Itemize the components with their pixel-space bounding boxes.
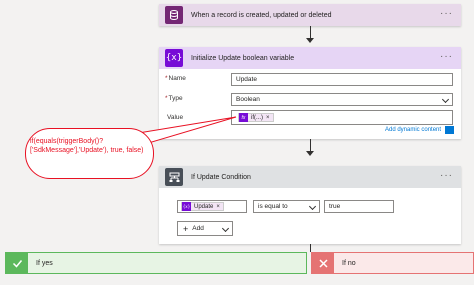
database-icon (165, 6, 183, 24)
close-icon (312, 252, 334, 274)
condition-icon (165, 168, 183, 186)
condition-right-operand[interactable]: true (324, 200, 394, 213)
type-dropdown[interactable]: Boolean (231, 93, 453, 106)
right-operand-value: true (329, 203, 341, 210)
plus-icon: + (183, 223, 189, 234)
add-dynamic-content-link[interactable]: Add dynamic content (385, 127, 441, 133)
if-yes-header[interactable]: If yes (5, 252, 307, 274)
operator-value: is equal to (258, 203, 288, 210)
condition-header[interactable]: If Update Condition ··· (159, 166, 461, 188)
expression-token-label: if(...) (251, 114, 263, 121)
condition-left-operand[interactable]: {x} Update × (177, 200, 247, 213)
condition-menu-button[interactable]: ··· (440, 171, 453, 181)
remove-token-icon[interactable]: × (216, 204, 220, 210)
if-no-header[interactable]: If no (311, 252, 474, 274)
name-label: *Name (165, 75, 186, 82)
callout-expression-text: if(equals(triggerBody()?['SdkMessage'],'… (30, 138, 144, 154)
variable-icon: {x} (182, 202, 191, 211)
check-icon (6, 252, 28, 274)
name-field[interactable]: Update (231, 73, 453, 86)
if-no-title: If no (342, 259, 356, 267)
init-variable-header[interactable]: {x} Initialize Update boolean variable ·… (159, 47, 461, 69)
value-label: Value (167, 114, 184, 121)
chevron-down-icon (308, 202, 317, 211)
add-label: Add (192, 225, 204, 232)
expression-token[interactable]: fx if(...) × (238, 113, 274, 122)
trigger-card[interactable]: When a record is created, updated or del… (159, 4, 461, 26)
operator-dropdown[interactable]: is equal to (253, 200, 320, 213)
variable-token-label: Update (194, 203, 214, 210)
init-variable-title: Initialize Update boolean variable (191, 54, 295, 62)
type-value: Boolean (236, 96, 260, 103)
trigger-title: When a record is created, updated or del… (191, 11, 332, 19)
connector-arrow (306, 151, 314, 156)
dynamic-content-icon[interactable] (445, 126, 454, 134)
remove-token-icon[interactable]: × (266, 115, 270, 121)
if-yes-title: If yes (36, 259, 53, 267)
branch-connector (310, 244, 311, 252)
add-condition-button[interactable]: + Add (177, 221, 233, 236)
name-value: Update (236, 76, 257, 83)
connector-arrow (306, 38, 314, 43)
connector-line (310, 26, 311, 38)
chevron-down-icon (441, 95, 450, 104)
type-label: *Type (165, 95, 183, 102)
variable-icon: {x} (165, 49, 183, 67)
fx-icon: fx (239, 113, 248, 122)
trigger-menu-button[interactable]: ··· (440, 9, 453, 19)
connector-line (310, 139, 311, 151)
trigger-header[interactable]: When a record is created, updated or del… (159, 4, 461, 26)
condition-title: If Update Condition (191, 173, 251, 181)
init-variable-menu-button[interactable]: ··· (440, 52, 453, 62)
value-field[interactable]: fx if(...) × (231, 110, 453, 125)
chevron-down-icon (221, 224, 230, 233)
variable-token[interactable]: {x} Update × (181, 202, 224, 211)
